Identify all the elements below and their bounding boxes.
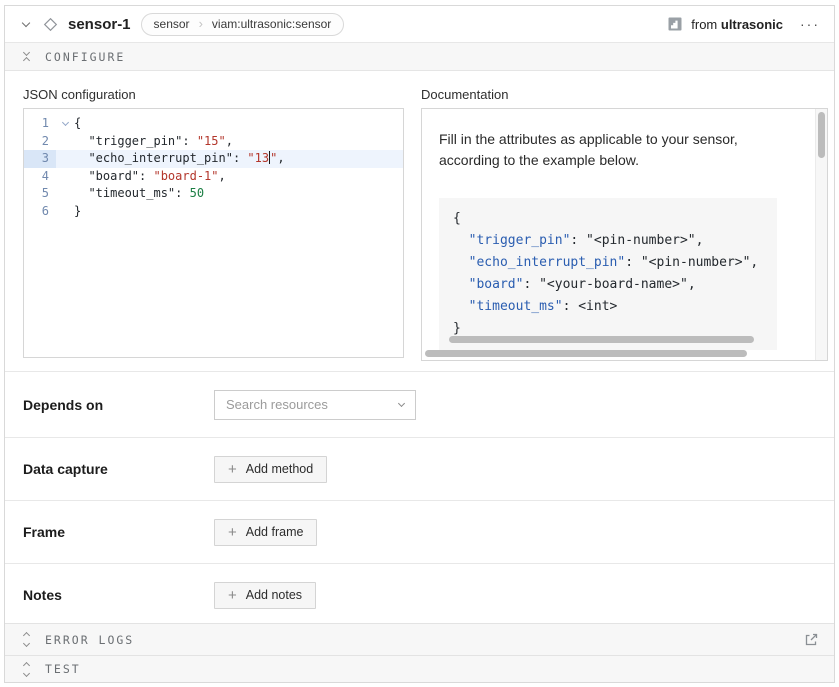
module-icon xyxy=(668,17,682,31)
plus-icon: + xyxy=(228,588,237,603)
doc-code-line: "echo_interrupt_pin": "<pin-number>", xyxy=(453,252,777,274)
line-number: 4 xyxy=(24,168,56,186)
doc-code-line: { xyxy=(453,208,777,230)
component-header: sensor-1 sensor › viam:ultrasonic:sensor… xyxy=(5,6,834,43)
frame-section: Frame + Add frame xyxy=(5,500,834,563)
editor-code-text: "echo_interrupt_pin": "13", xyxy=(74,150,285,168)
line-number: 6 xyxy=(24,203,56,221)
code-horizontal-scrollbar[interactable] xyxy=(449,336,754,343)
doc-code-line: "trigger_pin": "<pin-number>", xyxy=(453,230,777,252)
fold-gutter xyxy=(56,168,74,186)
collapse-icon xyxy=(20,50,32,63)
documentation-intro: Fill in the attributes as applicable to … xyxy=(439,129,789,171)
editor-line[interactable]: 4 "board": "board-1", xyxy=(24,168,403,186)
documentation-panel: Fill in the attributes as applicable to … xyxy=(421,108,828,361)
doc-code-line: "board": "<your-board-name>", xyxy=(453,274,777,296)
editor-line[interactable]: 3 "echo_interrupt_pin": "13", xyxy=(24,150,403,168)
component-diamond-icon xyxy=(43,17,58,32)
editor-code-text: "board": "board-1", xyxy=(74,168,226,186)
editor-code-text: "trigger_pin": "15", xyxy=(74,133,233,151)
configure-panel: JSON configuration 1{2 "trigger_pin": "1… xyxy=(5,71,834,623)
plus-icon: + xyxy=(228,525,237,540)
line-number: 3 xyxy=(24,150,56,168)
from-module-label: from ultrasonic xyxy=(691,17,783,32)
expand-icon xyxy=(20,633,32,646)
line-number: 2 xyxy=(24,133,56,151)
fold-gutter xyxy=(56,185,74,203)
fold-chevron-icon[interactable] xyxy=(56,115,74,133)
depends-on-placeholder: Search resources xyxy=(226,397,328,412)
plus-icon: + xyxy=(228,462,237,477)
depends-on-section: Depends on Search resources xyxy=(5,371,834,437)
editor-line[interactable]: 1{ xyxy=(24,115,403,133)
configure-section-header[interactable]: CONFIGURE xyxy=(5,43,834,71)
line-number: 5 xyxy=(24,185,56,203)
add-frame-button[interactable]: + Add frame xyxy=(214,519,317,546)
test-section-title: TEST xyxy=(45,662,81,676)
json-editor[interactable]: 1{2 "trigger_pin": "15",3 "echo_interrup… xyxy=(23,108,404,358)
component-card: sensor-1 sensor › viam:ultrasonic:sensor… xyxy=(4,5,835,683)
chevron-separator-icon: › xyxy=(199,17,203,30)
overflow-menu-button[interactable]: ··· xyxy=(800,16,820,32)
json-config-label: JSON configuration xyxy=(23,87,404,102)
notes-label: Notes xyxy=(23,587,214,603)
doc-vertical-scrollbar[interactable] xyxy=(815,109,827,360)
line-number: 1 xyxy=(24,115,56,133)
external-link-icon[interactable] xyxy=(804,632,819,647)
editor-code-text: "timeout_ms": 50 xyxy=(74,185,204,203)
editor-code-text: } xyxy=(74,203,81,221)
error-logs-section-title: ERROR LOGS xyxy=(45,633,134,647)
data-capture-section: Data capture + Add method xyxy=(5,437,834,500)
component-name: sensor-1 xyxy=(68,16,131,33)
fold-gutter xyxy=(56,150,74,168)
chevron-down-icon[interactable] xyxy=(19,23,33,26)
doc-code-line: "timeout_ms": <int> xyxy=(453,296,777,318)
test-section-header[interactable]: TEST xyxy=(5,655,834,682)
component-type-badge: sensor › viam:ultrasonic:sensor xyxy=(141,13,345,36)
editor-line[interactable]: 6} xyxy=(24,203,403,221)
configure-section-title: CONFIGURE xyxy=(45,50,125,64)
frame-label: Frame xyxy=(23,524,214,540)
documentation-code-block: { "trigger_pin": "<pin-number>", "echo_i… xyxy=(439,198,777,350)
model-label: viam:ultrasonic:sensor xyxy=(212,17,331,31)
depends-on-select[interactable]: Search resources xyxy=(214,390,416,420)
error-logs-section-header[interactable]: ERROR LOGS xyxy=(5,623,834,655)
documentation-label: Documentation xyxy=(421,87,828,102)
editor-code-text: { xyxy=(74,115,81,133)
notes-section: Notes + Add notes xyxy=(5,563,834,623)
editor-line[interactable]: 2 "trigger_pin": "15", xyxy=(24,133,403,151)
scrollbar-thumb[interactable] xyxy=(818,112,825,158)
add-method-button[interactable]: + Add method xyxy=(214,456,327,483)
chevron-down-icon xyxy=(398,400,405,407)
depends-on-label: Depends on xyxy=(23,397,214,413)
add-notes-button[interactable]: + Add notes xyxy=(214,582,316,609)
doc-horizontal-scrollbar[interactable] xyxy=(425,350,747,357)
type-label: sensor xyxy=(154,17,190,31)
data-capture-label: Data capture xyxy=(23,461,214,477)
fold-gutter xyxy=(56,133,74,151)
expand-icon xyxy=(20,663,32,676)
fold-gutter xyxy=(56,203,74,221)
editor-line[interactable]: 5 "timeout_ms": 50 xyxy=(24,185,403,203)
